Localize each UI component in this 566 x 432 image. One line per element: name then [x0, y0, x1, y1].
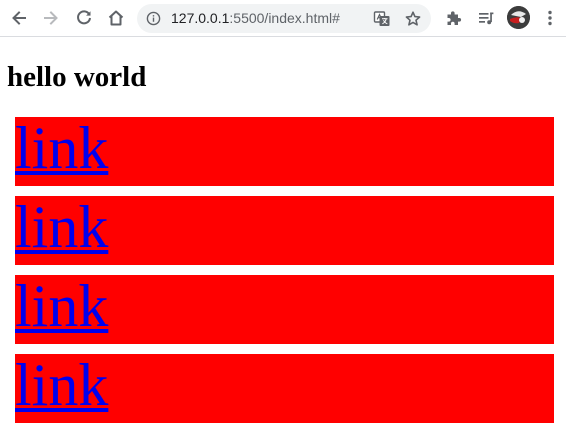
link-anchor[interactable]: link [15, 354, 108, 423]
media-control-button[interactable] [474, 6, 498, 30]
home-icon [108, 10, 124, 26]
extensions-button[interactable] [442, 6, 466, 30]
back-button[interactable] [7, 6, 31, 30]
url-text[interactable]: 127.0.0.1:5500/index.html# [171, 10, 340, 27]
link-box: link [15, 354, 554, 423]
link-anchor[interactable]: link [15, 275, 108, 344]
kebab-menu-icon [548, 10, 552, 26]
link-box: link [15, 117, 554, 186]
url-host: 127.0.0.1 [171, 10, 230, 26]
reload-button[interactable] [72, 6, 96, 30]
playlist-music-icon [479, 12, 494, 25]
link-anchor[interactable]: link [15, 196, 108, 265]
forward-arrow-icon [44, 11, 58, 25]
link-box: link [15, 275, 554, 344]
menu-button[interactable] [538, 6, 562, 30]
browser-toolbar: 127.0.0.1:5500/index.html# [0, 0, 566, 37]
translate-icon[interactable] [373, 10, 391, 28]
page-heading: hello world [7, 61, 147, 93]
info-icon[interactable] [146, 11, 161, 26]
bookmark-star-icon[interactable] [404, 10, 422, 28]
reload-icon [77, 10, 91, 25]
address-bar[interactable]: 127.0.0.1:5500/index.html# [137, 4, 431, 33]
avatar-image [507, 6, 530, 29]
home-button[interactable] [104, 6, 128, 30]
profile-avatar[interactable] [507, 6, 530, 29]
back-arrow-icon [12, 11, 26, 25]
link-anchor[interactable]: link [15, 117, 108, 186]
puzzle-piece-icon [447, 11, 462, 25]
forward-button[interactable] [39, 6, 63, 30]
link-box: link [15, 196, 554, 265]
url-path: :5500/index.html# [229, 10, 340, 26]
